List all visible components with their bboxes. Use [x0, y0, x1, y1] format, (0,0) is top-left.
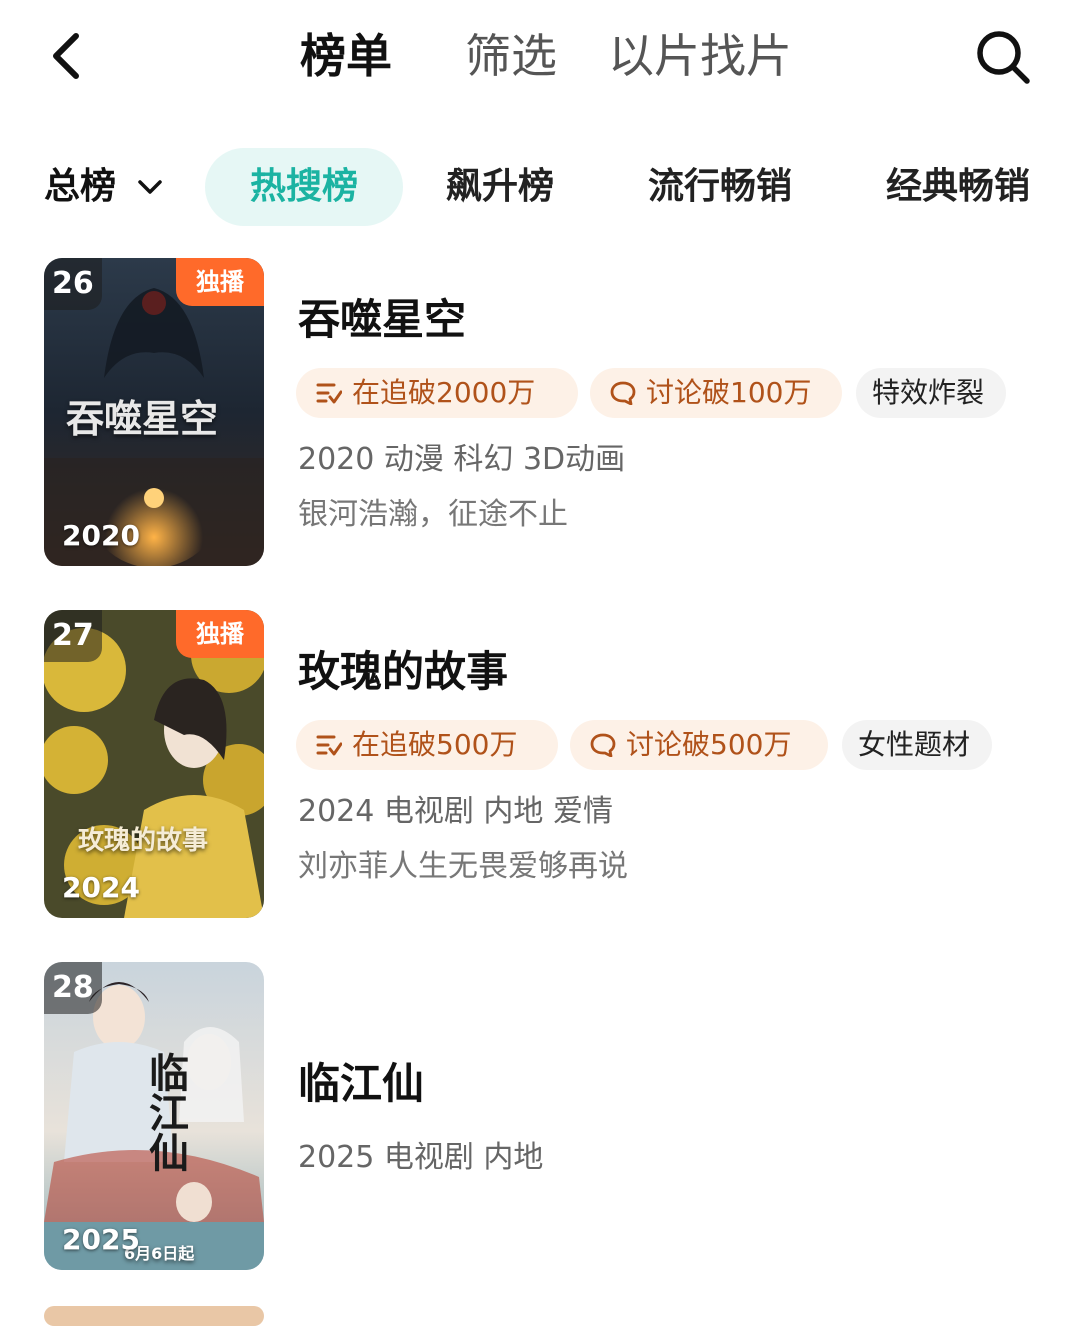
item-meta: 2020 动漫 科幻 3D动画: [298, 442, 626, 477]
poster-image[interactable]: 临江仙 6月6日起 28 2025: [44, 962, 264, 1270]
rank-badge: 27: [44, 610, 102, 662]
discussion-count-chip: 讨论破100万: [590, 368, 842, 418]
poster-title-art: 玫瑰的故事: [78, 826, 209, 856]
list-item[interactable]: 吞噬星空 26 独播 2020 吞噬星空 在追破2000万 讨论破100万 特效…: [0, 258, 1080, 566]
follow-count-chip: 在追破500万: [296, 720, 558, 770]
follow-count-text: 在追破500万: [352, 728, 518, 761]
search-button[interactable]: [972, 26, 1034, 88]
tab-filter[interactable]: 筛选: [465, 26, 557, 86]
list-check-icon: [316, 383, 342, 404]
category-hot-search[interactable]: 热搜榜: [205, 148, 403, 226]
poster-year: 2024: [62, 871, 140, 904]
search-icon: [977, 31, 1030, 84]
rank-badge: 28: [44, 962, 102, 1014]
follow-count-text: 在追破2000万: [352, 376, 536, 409]
item-title[interactable]: 吞噬星空: [298, 292, 466, 348]
poster-year: 2025: [62, 1223, 140, 1256]
exclusive-badge: 独播: [176, 610, 264, 658]
ranking-dropdown-label: 总榜: [44, 166, 117, 207]
follow-count-chip: 在追破2000万: [296, 368, 578, 418]
chat-bubble-icon: [590, 733, 616, 757]
poster-image[interactable]: 玫瑰的故事 27 独播 2024: [44, 610, 264, 918]
item-title[interactable]: 玫瑰的故事: [298, 644, 508, 700]
poster-title-art: 吞噬星空: [66, 397, 219, 441]
poster-title-art: 临江仙: [142, 1052, 188, 1172]
category-tabs: 总榜 热搜榜 飙升榜 流行畅销 经典畅销: [0, 148, 1080, 228]
item-meta: 2025 电视剧 内地: [298, 1140, 544, 1175]
list-item[interactable]: 临江仙 6月6日起 28 2025 临江仙 2025 电视剧 内地: [0, 962, 1080, 1270]
category-popular-bestselling[interactable]: 流行畅销: [648, 162, 792, 212]
poster-image[interactable]: 吞噬星空 26 独播 2020: [44, 258, 264, 566]
genre-tag-text: 特效炸裂: [872, 376, 985, 409]
category-hot-search-label: 热搜榜: [249, 166, 358, 207]
item-tagline: 银河浩瀚，征途不止: [298, 497, 568, 532]
ranking-dropdown[interactable]: 总榜: [44, 162, 162, 212]
item-title[interactable]: 临江仙: [298, 1056, 424, 1112]
category-classic-bestselling[interactable]: 经典畅销: [886, 162, 1030, 212]
genre-tag: 特效炸裂: [856, 368, 1006, 418]
tab-ranking[interactable]: 榜单: [300, 26, 392, 86]
genre-tag: 女性题材: [842, 720, 992, 770]
poster-year: 2020: [62, 519, 140, 552]
back-button[interactable]: [44, 28, 92, 84]
discussion-count-text: 讨论破500万: [626, 728, 792, 761]
top-nav-bar: 榜单 筛选 以片找片: [0, 0, 1080, 112]
discussion-count-text: 讨论破100万: [646, 376, 812, 409]
genre-tag-text: 女性题材: [858, 728, 971, 761]
rank-badge: 26: [44, 258, 102, 310]
category-rising[interactable]: 飙升榜: [446, 162, 554, 212]
exclusive-badge: 独播: [176, 258, 264, 306]
item-meta: 2024 电视剧 内地 爱情: [298, 794, 613, 829]
list-item[interactable]: 玫瑰的故事 27 独播 2024 玫瑰的故事 在追破500万 讨论破500万 女…: [0, 610, 1080, 918]
chat-bubble-icon: [610, 381, 636, 405]
tab-find-by-film[interactable]: 以片找片: [608, 26, 792, 86]
item-tagline: 刘亦菲人生无畏爱够再说: [298, 849, 628, 884]
list-check-icon: [316, 735, 342, 756]
next-item-poster-peek: [44, 1306, 264, 1326]
discussion-count-chip: 讨论破500万: [570, 720, 828, 770]
chevron-left-icon: [53, 33, 79, 79]
chevron-down-icon: [138, 180, 162, 194]
